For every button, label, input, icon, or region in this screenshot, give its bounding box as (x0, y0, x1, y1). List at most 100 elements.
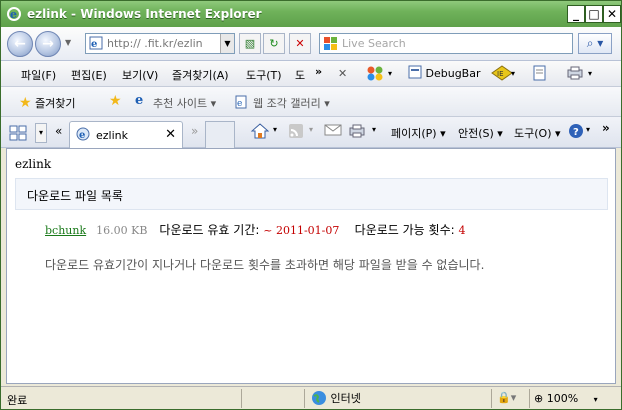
safety-menu[interactable]: 안전(S) ▾ (458, 125, 503, 141)
web-slice-icon: e (235, 95, 247, 112)
address-toolbar: ← → ▼ e http:// .fit.kr/ezlin ▼ ▧ ↻ ✕ Li… (1, 27, 621, 61)
suggested-sites-icon: e (135, 93, 144, 108)
help-icon[interactable]: ? (568, 123, 584, 142)
refresh-icon[interactable]: ↻ (263, 33, 285, 54)
zoom-dropdown-icon[interactable]: ▾ (594, 395, 598, 404)
status-text: 완료 (7, 394, 28, 407)
print-tool-icon[interactable] (566, 65, 584, 83)
file-list-title: 다운로드 파일 목록 (27, 189, 123, 203)
status-divider (491, 389, 492, 408)
star-icon: ★ (19, 95, 32, 111)
menu-bar: 파일(F) 편집(E) 보기(V) 즐겨찾기(A) 도구(T) 도 » ✕ ▾ … (1, 61, 621, 87)
new-tab-button[interactable] (205, 121, 235, 148)
minimize-button[interactable]: _ (567, 5, 585, 23)
status-bar: 완료 인터넷 🔒▾ ⊕ 100% ▾ (1, 386, 621, 409)
menu-help[interactable]: 도 (295, 67, 305, 83)
menu-file[interactable]: 파일(F) (21, 67, 56, 83)
download-notice: 다운로드 유효기간이 지나거나 다운로드 횟수를 초과하면 해당 파일을 받을 … (45, 258, 485, 272)
file-size: 16.00 KB (96, 224, 148, 237)
search-placeholder[interactable]: Live Search (342, 37, 406, 50)
status-divider (304, 389, 305, 408)
address-url[interactable]: http:// .fit.kr/ezlin (107, 37, 215, 50)
scroll-tabs-left-icon[interactable]: « (55, 124, 62, 138)
download-count-value: 4 (458, 224, 466, 237)
edit-page-icon[interactable] (532, 65, 548, 83)
svg-text:e: e (79, 130, 85, 141)
menu-tools[interactable]: 도구(T) (246, 67, 282, 83)
back-button[interactable]: ← (7, 31, 33, 57)
ie8-tool-dropdown-icon[interactable]: ▾ (511, 65, 515, 83)
commands-more-icon[interactable]: » (602, 121, 610, 135)
ie8-tool-icon[interactable]: IE (491, 65, 513, 83)
menu-view[interactable]: 보기(V) (122, 67, 158, 83)
svg-text:IE: IE (497, 70, 504, 78)
title-bar: e ezlink - Windows Internet Explorer _ □… (1, 1, 621, 27)
favorites-button[interactable]: ★ 즐겨찾기 (19, 95, 76, 111)
home-dropdown-icon[interactable]: ▾ (273, 125, 277, 134)
feeds-dropdown-icon[interactable]: ▾ (309, 125, 313, 134)
tab-list-dropdown-icon[interactable]: ▾ (35, 123, 47, 143)
ie-logo-icon: e (7, 7, 21, 21)
maximize-button[interactable]: □ (585, 5, 603, 23)
svg-text:?: ? (573, 127, 579, 138)
page-icon: e (89, 36, 103, 50)
protected-mode-icon[interactable]: 🔒▾ (497, 391, 516, 404)
file-download-link[interactable]: bchunk (45, 224, 86, 237)
history-dropdown-icon[interactable]: ▼ (65, 38, 71, 47)
tab-label: ezlink (96, 129, 128, 142)
page-menu[interactable]: 페이지(P) ▾ (391, 125, 446, 141)
toolbar-close-icon[interactable]: ✕ (338, 65, 347, 83)
tab-bar: ▾ « e ezlink ✕ » ▾ ▾ ▾ 페이지(P) ▾ 안전(S) ▾ … (1, 117, 621, 148)
menu-more-icon[interactable]: » (315, 65, 322, 78)
quick-tabs-icon[interactable] (9, 125, 27, 144)
status-divider (241, 389, 242, 408)
print-icon[interactable] (348, 123, 366, 142)
search-icon[interactable]: ⌕ ▾ (578, 33, 612, 54)
print-menu-dropdown-icon[interactable]: ▾ (372, 125, 376, 134)
address-dropdown-icon[interactable]: ▼ (220, 34, 234, 53)
browser-window: e ezlink - Windows Internet Explorer _ □… (0, 0, 622, 410)
suggested-sites-link[interactable]: 추천 사이트 ▾ (153, 95, 216, 111)
tab-ezlink[interactable]: e ezlink ✕ (69, 121, 183, 148)
stop-icon[interactable]: ✕ (289, 33, 311, 54)
svg-text:e: e (91, 39, 97, 50)
scroll-tabs-right-icon[interactable]: » (191, 124, 198, 138)
menu-favorites[interactable]: 즐겨찾기(A) (172, 67, 229, 83)
security-zone[interactable]: 인터넷 (311, 390, 361, 406)
search-box[interactable]: Live Search (319, 33, 573, 54)
windows-logo-icon (324, 37, 337, 50)
expiry-value: ~ 2011-01-07 (263, 224, 340, 237)
zoom-level: 100% (546, 392, 579, 405)
page-content: ezlink 다운로드 파일 목록 bchunk 16.00 KB 다운로드 유효 … (6, 148, 616, 384)
add-favorite-icon[interactable]: ★ (109, 93, 122, 109)
addons-dropdown-icon[interactable]: ▾ (388, 65, 392, 83)
tools-menu[interactable]: 도구(O) ▾ (514, 125, 561, 141)
web-slice-gallery-link[interactable]: 웹 조각 갤러리 ▾ (253, 95, 330, 111)
zoom-icon: ⊕ (534, 392, 544, 405)
status-divider (529, 389, 530, 408)
mail-icon[interactable] (324, 123, 342, 140)
addons-icon[interactable] (366, 65, 386, 83)
favorites-bar: ★ 즐겨찾기 ★ e 추천 사이트 ▾ e 웹 조각 갤러리 ▾ (1, 87, 621, 117)
debugbar-label: DebugBar (425, 67, 481, 80)
debugbar-button[interactable]: DebugBar (408, 65, 480, 83)
compat-icon[interactable]: ▧ (239, 33, 261, 54)
menu-edit[interactable]: 편집(E) (71, 67, 107, 83)
address-bar[interactable]: e http:// .fit.kr/ezlin ▼ (85, 33, 235, 54)
help-dropdown-icon[interactable]: ▾ (586, 125, 590, 134)
svg-text:e: e (237, 99, 242, 109)
zoom-control[interactable]: ⊕ 100% ▾ (534, 392, 598, 405)
print-dropdown-icon[interactable]: ▾ (588, 65, 592, 83)
close-button[interactable]: ✕ (603, 5, 621, 23)
file-row: bchunk 16.00 KB 다운로드 유효 기간: ~ 2011-01-07 다… (45, 221, 465, 238)
file-list-header: 다운로드 파일 목록 (15, 178, 608, 210)
expiry-label: 다운로드 유효 기간: (159, 223, 260, 237)
security-zone-label: 인터넷 (330, 392, 361, 405)
page-title: ezlink (15, 157, 52, 171)
feeds-icon[interactable] (288, 123, 304, 142)
home-icon[interactable] (250, 122, 270, 143)
tab-close-icon[interactable]: ✕ (165, 127, 176, 142)
forward-button[interactable]: → (35, 31, 61, 57)
download-count-label: 다운로드 가능 횟수: (354, 223, 455, 237)
svg-text:e: e (10, 8, 17, 21)
